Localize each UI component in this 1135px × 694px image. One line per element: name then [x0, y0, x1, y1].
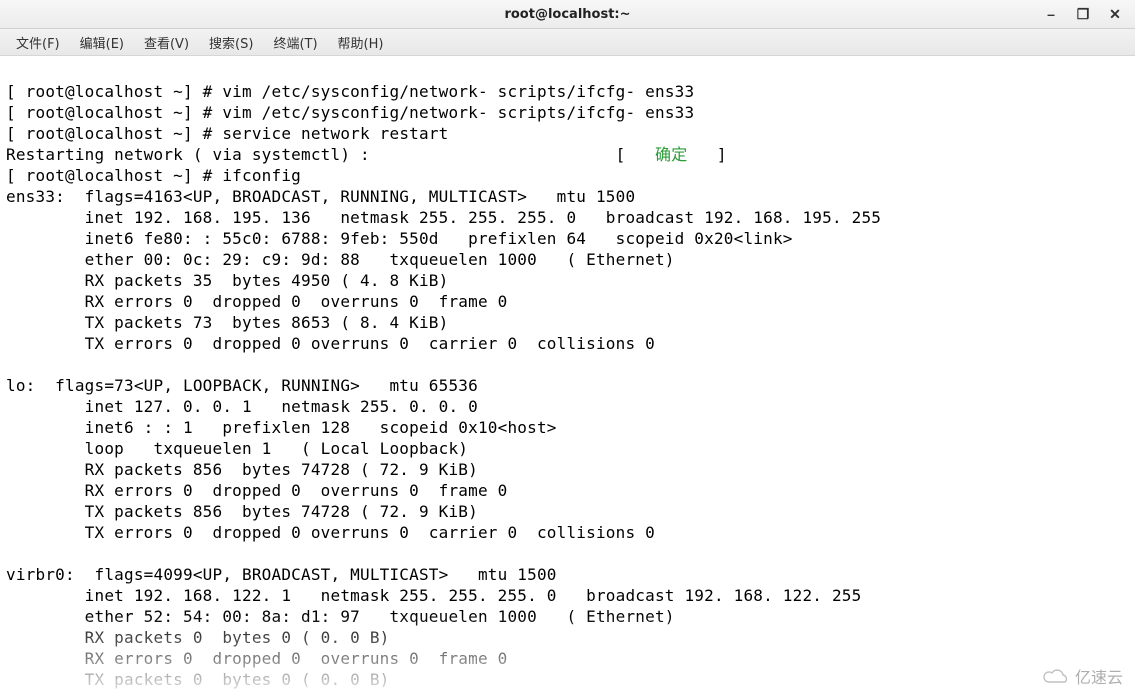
- prompt: [ root@localhost ~] #: [6, 166, 213, 185]
- cmd-vim-2: vim /etc/sysconfig/network- scripts/ifcf…: [222, 103, 694, 122]
- menu-help[interactable]: 帮助(H): [328, 31, 394, 54]
- iface-virbr0-line: RX packets 0 bytes 0 ( 0. 0 B): [6, 628, 389, 647]
- iface-virbr0-header: virbr0: flags=4099<UP, BROADCAST, MULTIC…: [6, 565, 557, 584]
- prompt: [ root@localhost ~] #: [6, 124, 213, 143]
- iface-lo-line: inet 127. 0. 0. 1 netmask 255. 0. 0. 0: [6, 397, 478, 416]
- iface-virbr0-line: RX errors 0 dropped 0 overruns 0 frame 0: [6, 649, 507, 668]
- iface-lo-line: TX packets 856 bytes 74728 ( 72. 9 KiB): [6, 502, 478, 521]
- iface-ens33-line: inet 192. 168. 195. 136 netmask 255. 255…: [6, 208, 881, 227]
- iface-virbr0-line: inet 192. 168. 122. 1 netmask 255. 255. …: [6, 586, 861, 605]
- menu-file[interactable]: 文件(F): [6, 31, 70, 54]
- iface-lo-line: inet6 : : 1 prefixlen 128 scopeid 0x10<h…: [6, 418, 557, 437]
- bracket: ]: [717, 145, 727, 164]
- iface-ens33-line: TX packets 73 bytes 8653 ( 8. 4 KiB): [6, 313, 448, 332]
- bracket: [: [616, 145, 626, 164]
- iface-ens33-line: inet6 fe80: : 55c0: 6788: 9feb: 550d pre…: [6, 229, 793, 248]
- window-controls: – ❐ ✕: [1035, 0, 1131, 28]
- close-button[interactable]: ✕: [1099, 2, 1131, 26]
- iface-lo-header: lo: flags=73<UP, LOOPBACK, RUNNING> mtu …: [6, 376, 478, 395]
- menu-search[interactable]: 搜索(S): [199, 31, 263, 54]
- restart-status-text: Restarting network ( via systemctl) :: [6, 145, 370, 164]
- iface-ens33-line: ether 00: 0c: 29: c9: 9d: 88 txqueuelen …: [6, 250, 675, 269]
- window-title: root@localhost:~: [504, 7, 630, 22]
- cmd-ifconfig: ifconfig: [222, 166, 301, 185]
- status-ok: 确定: [655, 145, 687, 164]
- iface-ens33-line: RX errors 0 dropped 0 overruns 0 frame 0: [6, 292, 507, 311]
- prompt: [ root@localhost ~] #: [6, 103, 213, 122]
- menu-edit[interactable]: 编辑(E): [70, 31, 134, 54]
- iface-lo-line: loop txqueuelen 1 ( Local Loopback): [6, 439, 468, 458]
- prompt: [ root@localhost ~] #: [6, 82, 213, 101]
- iface-lo-line: TX errors 0 dropped 0 overruns 0 carrier…: [6, 523, 655, 542]
- iface-virbr0-line: ether 52: 54: 00: 8a: d1: 97 txqueuelen …: [6, 607, 675, 626]
- iface-ens33-header: ens33: flags=4163<UP, BROADCAST, RUNNING…: [6, 187, 635, 206]
- window-titlebar: root@localhost:~ – ❐ ✕: [0, 0, 1135, 29]
- minimize-button[interactable]: –: [1035, 2, 1067, 26]
- iface-ens33-line: RX packets 35 bytes 4950 ( 4. 8 KiB): [6, 271, 448, 290]
- maximize-button[interactable]: ❐: [1067, 2, 1099, 26]
- iface-lo-line: RX errors 0 dropped 0 overruns 0 frame 0: [6, 481, 507, 500]
- cmd-service-restart: service network restart: [222, 124, 448, 143]
- iface-ens33-line: TX errors 0 dropped 0 overruns 0 carrier…: [6, 334, 655, 353]
- iface-lo-line: RX packets 856 bytes 74728 ( 72. 9 KiB): [6, 460, 478, 479]
- menubar: 文件(F) 编辑(E) 查看(V) 搜索(S) 终端(T) 帮助(H): [0, 29, 1135, 56]
- iface-virbr0-line: TX packets 0 bytes 0 ( 0. 0 B): [6, 670, 389, 689]
- menu-view[interactable]: 查看(V): [134, 31, 199, 54]
- menu-terminal[interactable]: 终端(T): [263, 31, 327, 54]
- cmd-vim-1: vim /etc/sysconfig/network- scripts/ifcf…: [222, 82, 694, 101]
- terminal-output[interactable]: [ root@localhost ~] # vim /etc/sysconfig…: [0, 56, 1135, 694]
